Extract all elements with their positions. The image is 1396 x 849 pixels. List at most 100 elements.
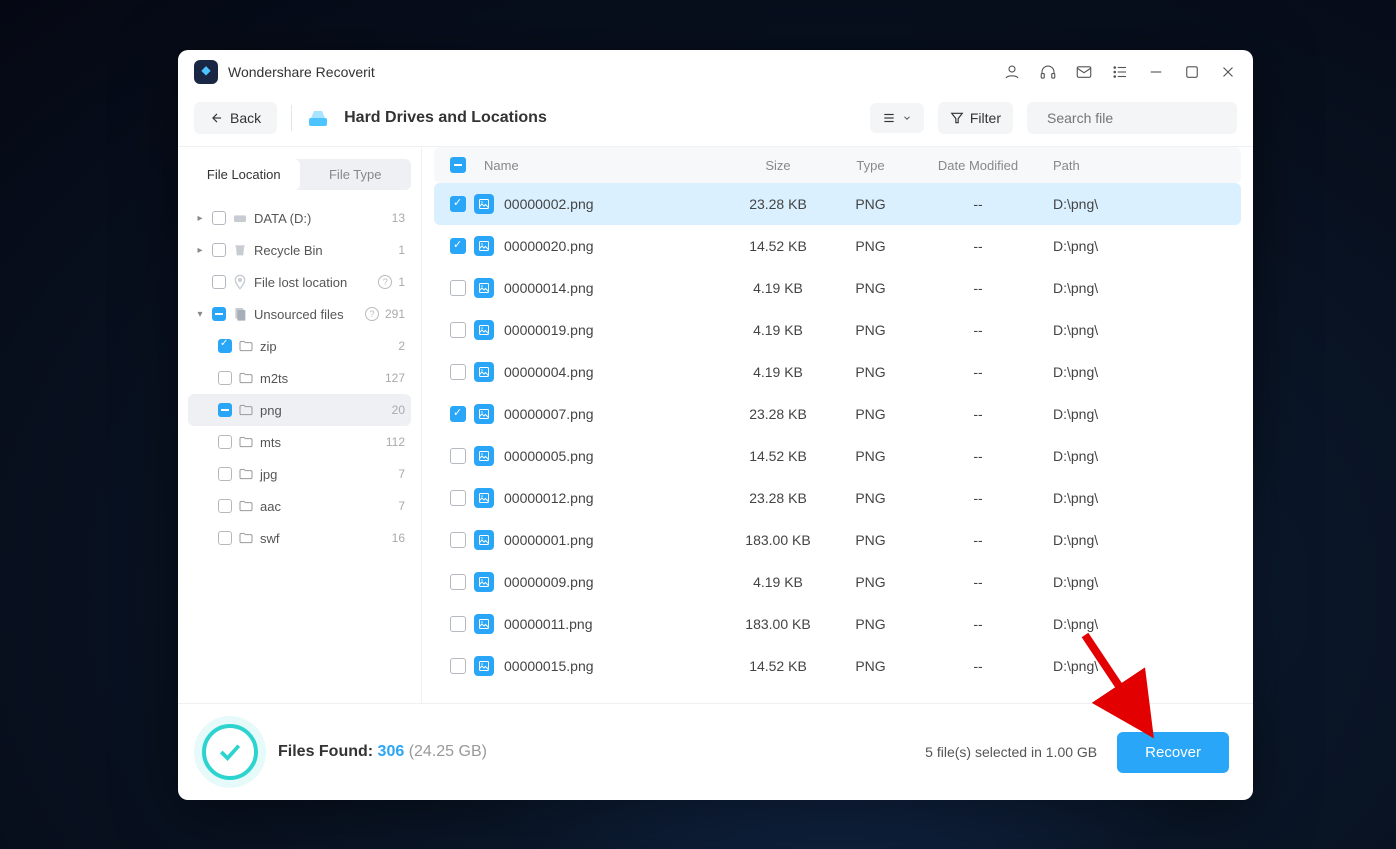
filter-button[interactable]: Filter: [938, 102, 1013, 134]
user-icon[interactable]: [1003, 63, 1021, 81]
file-date: --: [913, 196, 1043, 212]
tree-checkbox[interactable]: [218, 371, 232, 385]
tree-checkbox[interactable]: [218, 339, 232, 353]
tree-checkbox[interactable]: [218, 467, 232, 481]
header-type[interactable]: Type: [856, 158, 884, 173]
tree-item-mts[interactable]: mts112: [188, 426, 411, 458]
table-row[interactable]: 00000007.png23.28 KBPNG--D:\png\: [434, 393, 1241, 435]
file-name: 00000014.png: [504, 280, 594, 296]
image-file-icon: [474, 362, 494, 382]
tree-label: swf: [260, 531, 386, 546]
file-type: PNG: [828, 322, 913, 338]
image-file-icon: [474, 488, 494, 508]
file-type: PNG: [828, 280, 913, 296]
table-row[interactable]: 00000005.png14.52 KBPNG--D:\png\: [434, 435, 1241, 477]
table-row[interactable]: 00000009.png4.19 KBPNG--D:\png\: [434, 561, 1241, 603]
table-row[interactable]: 00000019.png4.19 KBPNG--D:\png\: [434, 309, 1241, 351]
mail-icon[interactable]: [1075, 63, 1093, 81]
row-checkbox[interactable]: [450, 322, 466, 338]
tab-file-type[interactable]: File Type: [300, 159, 412, 190]
file-type: PNG: [828, 238, 913, 254]
tab-file-location[interactable]: File Location: [188, 159, 300, 190]
file-name: 00000019.png: [504, 322, 594, 338]
tree-item-png[interactable]: png20: [188, 394, 411, 426]
search-input[interactable]: [1047, 110, 1228, 126]
tree-item-data--d--[interactable]: ▸DATA (D:)13: [188, 202, 411, 234]
table-row[interactable]: 00000020.png14.52 KBPNG--D:\png\: [434, 225, 1241, 267]
tree-checkbox[interactable]: [212, 307, 226, 321]
tree-checkbox[interactable]: [218, 403, 232, 417]
row-checkbox[interactable]: [450, 616, 466, 632]
row-checkbox[interactable]: [450, 364, 466, 380]
tree-checkbox[interactable]: [218, 499, 232, 513]
table-row[interactable]: 00000014.png4.19 KBPNG--D:\png\: [434, 267, 1241, 309]
tree-count: 127: [385, 371, 405, 385]
expand-arrow-icon[interactable]: ▸: [194, 245, 206, 256]
tree-item-recycle-bin[interactable]: ▸Recycle Bin1: [188, 234, 411, 266]
tree-item-aac[interactable]: aac7: [188, 490, 411, 522]
scan-complete-icon: [202, 724, 258, 780]
file-date: --: [913, 364, 1043, 380]
select-all-checkbox[interactable]: [450, 157, 466, 173]
row-checkbox[interactable]: [450, 574, 466, 590]
row-checkbox[interactable]: [450, 532, 466, 548]
file-path: D:\png\: [1043, 322, 1233, 338]
expand-arrow-icon[interactable]: ▾: [194, 309, 206, 320]
row-checkbox[interactable]: [450, 658, 466, 674]
view-toggle-button[interactable]: [870, 103, 924, 133]
table-row[interactable]: 00000004.png4.19 KBPNG--D:\png\: [434, 351, 1241, 393]
search-box[interactable]: [1027, 102, 1237, 134]
file-name: 00000007.png: [504, 406, 594, 422]
row-checkbox[interactable]: [450, 448, 466, 464]
tree-checkbox[interactable]: [212, 243, 226, 257]
tree-item-m2ts[interactable]: m2ts127: [188, 362, 411, 394]
back-button[interactable]: Back: [194, 102, 277, 134]
table-row[interactable]: 00000011.png183.00 KBPNG--D:\png\: [434, 603, 1241, 645]
row-checkbox[interactable]: [450, 196, 466, 212]
files-found-text: Files Found: 306 (24.25 GB): [278, 743, 487, 761]
minimize-icon[interactable]: [1147, 63, 1165, 81]
header-name[interactable]: Name: [484, 158, 519, 173]
row-checkbox[interactable]: [450, 238, 466, 254]
tree-checkbox[interactable]: [212, 275, 226, 289]
header-date[interactable]: Date Modified: [938, 158, 1018, 173]
image-file-icon: [474, 572, 494, 592]
row-checkbox[interactable]: [450, 406, 466, 422]
table-row[interactable]: 00000015.png14.52 KBPNG--D:\png\: [434, 645, 1241, 687]
file-size: 23.28 KB: [728, 406, 828, 422]
table-header: Name Size Type Date Modified Path: [434, 147, 1241, 183]
file-name: 00000005.png: [504, 448, 594, 464]
footer: Files Found: 306 (24.25 GB) 5 file(s) se…: [178, 703, 1253, 800]
image-file-icon: [474, 320, 494, 340]
file-date: --: [913, 322, 1043, 338]
expand-arrow-icon[interactable]: ▸: [194, 213, 206, 224]
image-file-icon: [474, 278, 494, 298]
maximize-icon[interactable]: [1183, 63, 1201, 81]
close-icon[interactable]: [1219, 63, 1237, 81]
table-row[interactable]: 00000001.png183.00 KBPNG--D:\png\: [434, 519, 1241, 561]
tree-checkbox[interactable]: [218, 435, 232, 449]
tree-checkbox[interactable]: [218, 531, 232, 545]
row-checkbox[interactable]: [450, 490, 466, 506]
recover-button[interactable]: Recover: [1117, 732, 1229, 773]
tree-item-zip[interactable]: zip2: [188, 330, 411, 362]
table-row[interactable]: 00000012.png23.28 KBPNG--D:\png\: [434, 477, 1241, 519]
table-row[interactable]: 00000002.png23.28 KBPNG--D:\png\: [434, 183, 1241, 225]
help-icon[interactable]: ?: [378, 275, 392, 289]
row-checkbox[interactable]: [450, 280, 466, 296]
help-icon[interactable]: ?: [365, 307, 379, 321]
tree-item-unsourced-files[interactable]: ▾Unsourced files?291: [188, 298, 411, 330]
sidebar-tabs: File Location File Type: [188, 159, 411, 190]
image-file-icon: [474, 614, 494, 634]
divider: [291, 105, 292, 131]
table-body[interactable]: 00000002.png23.28 KBPNG--D:\png\00000020…: [434, 183, 1241, 703]
header-path[interactable]: Path: [1053, 158, 1080, 173]
tree-item-jpg[interactable]: jpg7: [188, 458, 411, 490]
header-size[interactable]: Size: [765, 158, 790, 173]
tree-item-swf[interactable]: swf16: [188, 522, 411, 554]
menu-icon[interactable]: [1111, 63, 1129, 81]
tree-checkbox[interactable]: [212, 211, 226, 225]
tree-item-file-lost-location[interactable]: File lost location?1: [188, 266, 411, 298]
file-size: 23.28 KB: [728, 196, 828, 212]
headset-icon[interactable]: [1039, 63, 1057, 81]
